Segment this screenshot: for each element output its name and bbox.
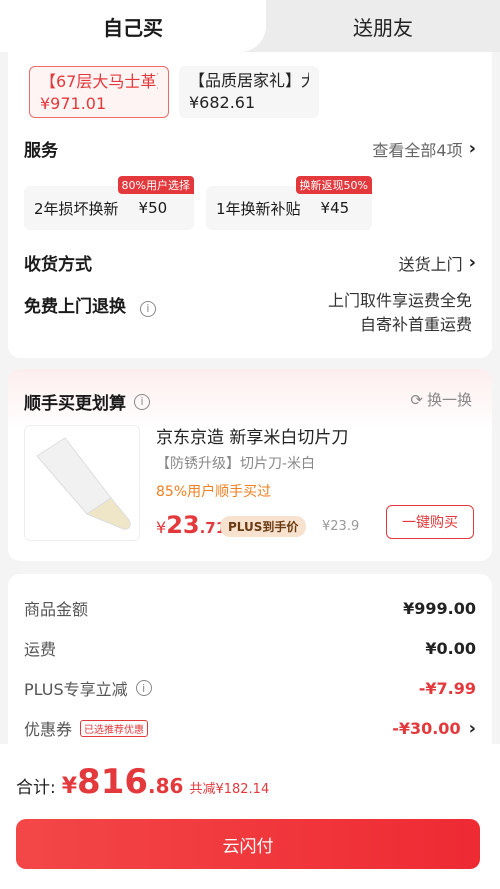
returns-line1: 上门取件享运费全免 [327,291,472,310]
coupon-tag: 已选推荐优惠 [80,719,149,737]
price-int: 23 [166,511,200,539]
amount-label: PLUS专享立减 [24,680,128,699]
amount-label: 优惠券 [24,720,73,739]
total-price: 合计: ¥ 816 .86 共减¥182.14 [16,762,269,802]
gift-option-selected[interactable]: 【67层大马士革】礼... ¥971.01 [29,66,169,118]
product-image[interactable] [24,425,140,541]
gift-price: ¥971.01 [40,94,107,113]
amount-label: 商品金额 [24,600,89,619]
delivery-row[interactable]: 收货方式 送货上门 › [24,250,476,275]
delivery-value: 送货上门 [398,254,463,274]
mode-tabs: 自己买 送朋友 [0,0,500,52]
pay-button[interactable]: 云闪付 [16,819,480,869]
one-click-buy-button[interactable]: 一键购买 [386,505,474,539]
gift-name: 【67层大马士革】礼... [40,72,158,91]
swap-button[interactable]: ⟳ 换一换 [410,389,472,410]
service-view-all[interactable]: 查看全部4项 › [372,137,476,161]
chevron-right-icon: › [468,717,476,739]
product-spec: 【防锈升级】切片刀-米白 [156,456,316,472]
total-currency: ¥ [61,774,78,799]
knife-icon [36,437,131,530]
gift-name: 【品质居家礼】大马... [189,71,309,90]
total-saved: 共减¥182.14 [189,782,270,797]
product-buy-rate: 85%用户顺手买过 [156,484,272,500]
service-price: ¥45 [320,199,350,217]
amount-label: 运费 [24,640,57,659]
amount-value: -¥7.99 [418,678,476,698]
service-name: 1年换新补贴 [216,199,301,218]
total-label: 合计: [16,778,56,798]
original-price: ¥23.9 [322,519,360,534]
product-name[interactable]: 京东京造 新享米白切片刀 [156,423,348,448]
gift-option[interactable]: 【品质居家礼】大马... ¥682.61 [179,66,319,118]
plus-badge: PLUS到手价 [220,516,307,537]
view-all-label: 查看全部4项 [372,140,463,160]
checkout-bar: 合计: ¥ 816 .86 共减¥182.14 云闪付 [0,744,500,889]
gift-price: ¥682.61 [189,93,256,112]
tab-buy-self[interactable]: 自己买 [0,0,266,52]
service-label: 服务 [24,141,58,161]
swap-label: 换一换 [426,391,472,409]
addon-title-text: 顺手买更划算 [24,394,126,414]
addon-title: 顺手买更划算 i [24,389,150,414]
delivery-label: 收货方式 [24,255,92,275]
order-options-card: 【67层大马士革】礼... ¥971.01 【品质居家礼】大马... ¥682.… [8,52,492,358]
tab-gift-friend[interactable]: 送朋友 [266,0,500,52]
info-icon[interactable]: i [135,680,152,696]
amount-value: ¥0.00 [425,638,476,658]
total-dec: .86 [148,774,184,798]
service-tag: 80%用户选择 [117,176,194,194]
returns-row: 免费上门退换 i [24,292,156,317]
service-row: 服务 查看全部4项 › [24,136,476,161]
amount-card: 商品金额 ¥999.00 运费 ¥0.00 PLUS专享立减 i -¥7.99 … [8,574,492,744]
returns-detail: 上门取件享运费全免 自寄补首重运费 [328,289,472,337]
addon-card: 顺手买更划算 i ⟳ 换一换 京东京造 新享米白切片刀 【防锈升级】切片刀-米白… [8,369,492,561]
returns-label-text: 免费上门退换 [24,297,126,317]
returns-label: 免费上门退换 i [24,292,156,317]
service-name: 2年损坏换新 [34,199,119,218]
refresh-icon: ⟳ [410,390,423,409]
info-icon[interactable]: i [134,393,150,410]
amount-value: -¥30.00 [392,718,461,738]
amount-row: PLUS专享立减 i -¥7.99 [24,676,476,700]
returns-line2: 自寄补首重运费 [359,315,472,334]
service-tag: 换新返现50% [295,176,372,194]
coupon-row[interactable]: 优惠券 已选推荐优惠 -¥30.00 › [24,716,476,740]
amount-row: 商品金额 ¥999.00 [24,596,476,620]
service-option[interactable]: 换新返现50% 1年换新补贴 ¥45 [206,176,372,230]
service-option[interactable]: 80%用户选择 2年损坏换新 ¥50 [24,176,194,230]
amount-value: ¥999.00 [403,598,476,618]
product-price: ¥ 23 .71 [156,511,226,539]
amount-row: 运费 ¥0.00 [24,636,476,660]
price-currency: ¥ [156,518,167,537]
chevron-right-icon: › [468,138,476,159]
total-int: 816 [77,762,149,802]
chevron-right-icon: › [468,252,476,273]
info-icon[interactable]: i [139,300,156,317]
service-price: ¥50 [138,199,168,217]
